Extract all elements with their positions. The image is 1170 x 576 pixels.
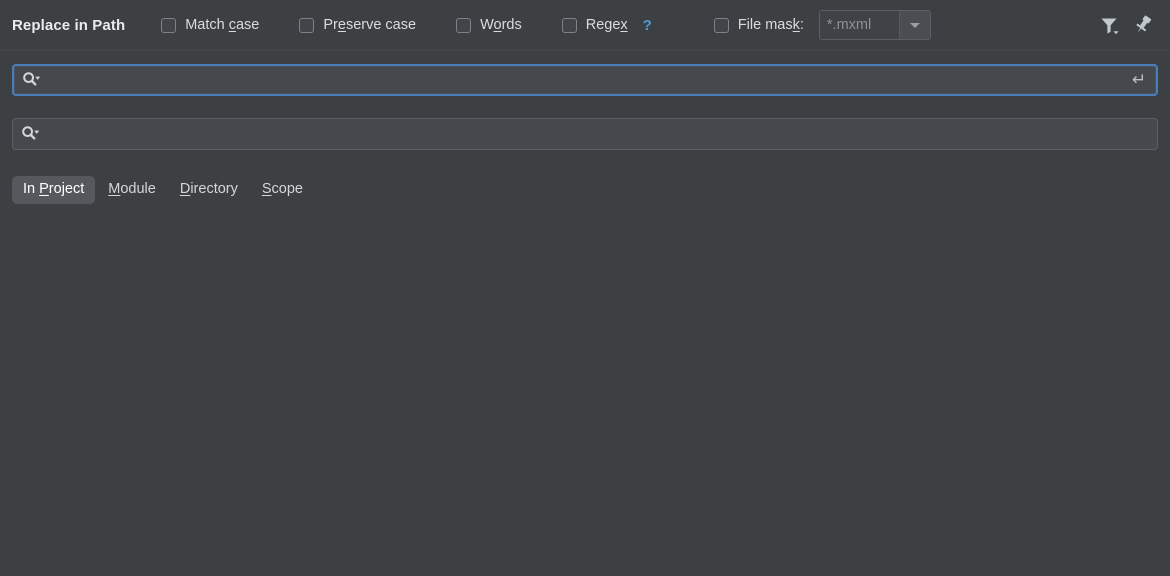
pin-button[interactable] (1126, 8, 1160, 42)
filter-icon (1101, 18, 1119, 35)
search-history-button[interactable] (14, 70, 48, 90)
preserve-case-checkbox-box[interactable] (299, 17, 315, 33)
file-mask-label-post: : (799, 16, 804, 33)
chevron-down-icon (35, 76, 41, 80)
search-input[interactable] (48, 66, 1122, 94)
checkbox-preserve-case[interactable]: Preserve case (299, 17, 416, 33)
scope-module-post: odule (120, 181, 156, 197)
search-field-row[interactable]: ↵ (12, 64, 1158, 96)
match-case-label: Match case (185, 18, 259, 33)
scope-directory-post: irectory (190, 181, 238, 197)
file-mask-label: File mask: (738, 18, 804, 33)
regex-label-pre: Rege (585, 16, 621, 33)
scope-scope-mnemonic: S (261, 181, 272, 197)
scope-in-project-pre: In (23, 181, 40, 197)
preserve-case-label: Preserve case (323, 18, 416, 33)
words-label: Words (480, 18, 522, 33)
search-icon (23, 72, 41, 86)
chevron-down-icon (909, 22, 920, 28)
scope-tab-scope[interactable]: Scope (251, 176, 314, 204)
replace-in-path-dialog: Replace in Path Match case Preserve case… (0, 0, 1170, 576)
checkbox-words[interactable]: Words (456, 17, 522, 33)
search-enter-hint-icon: ↵ (1131, 70, 1147, 89)
scope-module-mnemonic: M (108, 181, 121, 197)
match-case-label-post: ase (235, 16, 260, 33)
scope-directory-mnemonic: D (179, 181, 191, 197)
scope-tab-module[interactable]: Module (97, 176, 167, 204)
regex-label: Regex (586, 18, 628, 33)
words-label-post: rds (501, 16, 522, 33)
preserve-case-label-post: serve case (345, 16, 417, 33)
page-title: Replace in Path (12, 16, 126, 34)
scope-in-project-post: roject (48, 181, 85, 197)
regex-help-link[interactable]: ? (643, 17, 652, 34)
words-mnemonic: o (493, 16, 502, 33)
scope-tab-in-project[interactable]: In Project (12, 176, 96, 204)
preserve-case-label-pre: Pr (323, 16, 338, 33)
scope-in-project-mnemonic: P (39, 181, 49, 197)
search-icon (22, 126, 40, 140)
scope-tabs: In Project Module Directory Scope (12, 176, 314, 204)
scope-scope-post: cope (271, 181, 303, 197)
replace-input[interactable] (47, 119, 1157, 149)
results-preview-area (0, 214, 1170, 576)
file-mask-mnemonic: k (792, 16, 800, 33)
match-case-label-pre: Match (185, 16, 229, 33)
file-mask-combobox[interactable]: *.mxml (818, 10, 931, 40)
match-case-mnemonic: c (228, 16, 236, 33)
dialog-toolbar: Replace in Path Match case Preserve case… (0, 0, 1170, 51)
words-checkbox-box[interactable] (456, 17, 472, 33)
pin-icon (1136, 15, 1152, 33)
file-mask-dropdown-button[interactable] (899, 11, 930, 39)
checkbox-regex[interactable]: Regex ? (561, 17, 652, 34)
replace-field-row[interactable] (12, 118, 1158, 150)
file-mask-checkbox-box[interactable] (713, 17, 729, 33)
file-mask-label-pre: File mas (737, 16, 793, 33)
file-mask-group: File mask: *.mxml (713, 10, 931, 40)
chevron-down-icon (34, 130, 40, 134)
words-label-pre: W (480, 16, 494, 33)
regex-mnemonic: x (620, 16, 628, 33)
scope-tab-directory[interactable]: Directory (169, 176, 249, 204)
checkbox-match-case[interactable]: Match case (161, 17, 259, 33)
preserve-case-mnemonic: e (337, 16, 346, 33)
match-case-checkbox-box[interactable] (161, 17, 177, 33)
regex-checkbox-box[interactable] (561, 17, 577, 33)
replace-history-button[interactable] (13, 124, 47, 144)
filter-button[interactable] (1092, 8, 1126, 42)
file-mask-value[interactable]: *.mxml (819, 11, 900, 39)
